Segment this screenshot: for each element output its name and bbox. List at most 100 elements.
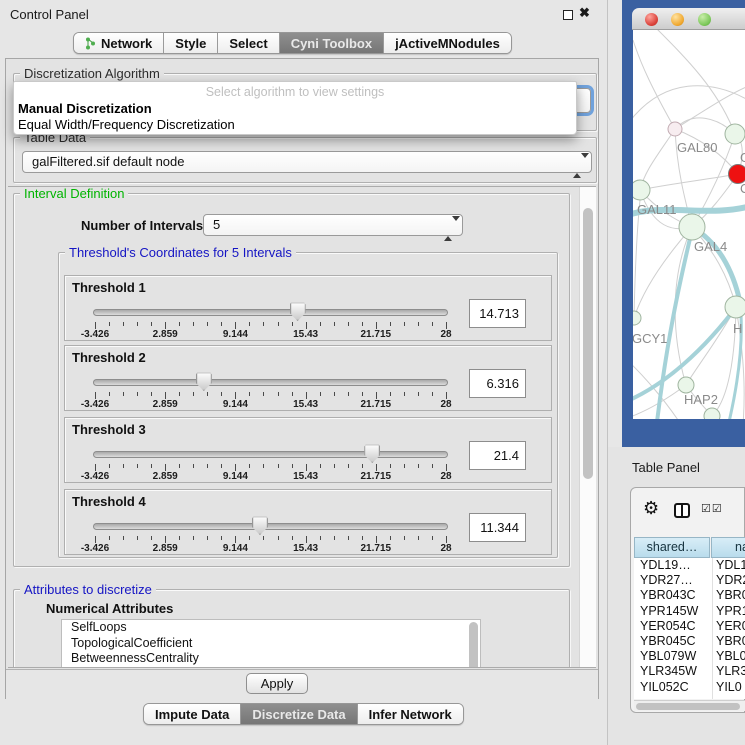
table-row[interactable]: YDR27…YDR2 xyxy=(634,573,745,588)
threshold-value-field[interactable]: 14.713 xyxy=(469,299,526,328)
slider-tick-label: 21.715 xyxy=(353,543,399,554)
threshold-value-field[interactable]: 21.4 xyxy=(469,441,526,470)
table-row[interactable]: YPR145WYPR1 xyxy=(634,604,745,619)
slider-major-tick xyxy=(235,536,236,543)
network-node-label: H xyxy=(733,321,742,336)
tab-style[interactable]: Style xyxy=(164,33,218,53)
node-table[interactable]: YDL19…YDL1YDR27…YDR2YBR043CYBR0YPR145WYP… xyxy=(634,558,745,699)
table-row[interactable]: YLR345WYLR3 xyxy=(634,664,745,679)
network-node[interactable] xyxy=(679,214,705,240)
network-node-label: C xyxy=(740,181,745,196)
slider-minor-tick xyxy=(320,464,321,468)
tab-select[interactable]: Select xyxy=(218,33,279,53)
slider-handle[interactable] xyxy=(290,302,306,321)
network-canvas[interactable]: GAL80GACGAL11GAL4GCY1HHAP2 xyxy=(633,30,745,419)
float-window-icon[interactable] xyxy=(563,10,573,20)
tab-label: Impute Data xyxy=(155,707,229,722)
column-header-shared-name[interactable]: shared… xyxy=(634,537,710,558)
attribute-list-item[interactable]: TopologicalCoefficient xyxy=(62,636,480,652)
close-icon[interactable]: ✖ xyxy=(579,5,590,21)
network-node[interactable] xyxy=(633,180,650,200)
slider-minor-tick xyxy=(348,536,349,540)
cell-name: YLR3 xyxy=(716,664,745,679)
threshold-value-field[interactable]: 6.316 xyxy=(469,369,526,398)
cell-shared-name: YBL079W xyxy=(640,649,696,664)
network-node[interactable] xyxy=(633,311,641,325)
slider-minor-tick xyxy=(432,536,433,540)
slider-major-tick xyxy=(95,322,96,329)
checkbox-icons[interactable]: ☑☑ xyxy=(701,502,723,515)
apply-button[interactable]: Apply xyxy=(246,673,308,694)
columns-icon[interactable] xyxy=(674,503,690,518)
network-edge xyxy=(633,360,678,419)
network-node[interactable] xyxy=(704,408,720,419)
stepper-icon xyxy=(573,156,582,176)
network-node[interactable] xyxy=(668,122,682,136)
discretization-algorithm-title: Discretization Algorithm xyxy=(20,66,164,81)
slider-track[interactable] xyxy=(93,451,448,458)
slider-handle[interactable] xyxy=(196,372,212,391)
slider-minor-tick xyxy=(263,536,264,540)
tab-jactivemnodules[interactable]: jActiveMNodules xyxy=(384,33,511,53)
slider-minor-tick xyxy=(362,536,363,540)
slider-tick-label: 2.859 xyxy=(142,543,188,554)
table-row[interactable]: YIL052CYIL0 xyxy=(634,680,745,695)
dropdown-item-manual-discretization[interactable]: Manual Discretization xyxy=(18,101,152,116)
table-row[interactable]: YDL19…YDL1 xyxy=(634,558,745,573)
network-node-label: GAL11 xyxy=(637,202,677,217)
slider-tick-label: 28 xyxy=(423,329,469,340)
tab-infer-network[interactable]: Infer Network xyxy=(358,704,463,724)
slider-major-tick xyxy=(376,536,377,543)
slider-track[interactable] xyxy=(93,309,448,316)
slider-handle[interactable] xyxy=(252,516,268,535)
table-panel-box: ⚙ ☑☑ shared… name YDL19…YDL1YDR27…YDR2YB… xyxy=(630,487,745,713)
tab-discretize-data[interactable]: Discretize Data xyxy=(241,704,357,724)
slider-handle[interactable] xyxy=(364,444,380,463)
attribute-list-item[interactable]: SelfLoops xyxy=(62,620,480,636)
table-row[interactable]: YBR045CYBR0 xyxy=(634,634,745,649)
slider-track[interactable] xyxy=(93,523,448,530)
gear-icon[interactable]: ⚙ xyxy=(643,499,659,517)
tab-cyni-toolbox[interactable]: Cyni Toolbox xyxy=(280,33,384,53)
close-window-icon[interactable] xyxy=(645,13,658,26)
slider-minor-tick xyxy=(221,322,222,326)
zoom-window-icon[interactable] xyxy=(698,13,711,26)
dropdown-item-equal-width-frequency[interactable]: Equal Width/Frequency Discretization xyxy=(18,117,235,132)
table-hscrollbar[interactable] xyxy=(634,700,745,711)
table-row[interactable]: YER054CYER0 xyxy=(634,619,745,634)
slider-minor-tick xyxy=(109,464,110,468)
network-edge-thick xyxy=(729,302,741,419)
slider-track[interactable] xyxy=(93,379,448,386)
network-node[interactable] xyxy=(725,296,745,318)
slider-minor-tick xyxy=(221,536,222,540)
threshold-box-4: Threshold 4-3.4262.8599.14415.4321.71528… xyxy=(64,489,552,555)
slider-minor-tick xyxy=(404,536,405,540)
number-of-intervals-select[interactable]: 5 xyxy=(203,214,463,236)
cell-shared-name: YIL052C xyxy=(640,680,689,695)
slider-major-tick xyxy=(165,322,166,329)
column-header-name[interactable]: name xyxy=(711,537,745,558)
slider-tick-label: 21.715 xyxy=(353,399,399,410)
numerical-attributes-list[interactable]: SelfLoopsTopologicalCoefficientBetweenne… xyxy=(61,619,481,668)
attribute-list-item[interactable]: BetweennessCentrality xyxy=(62,651,480,667)
threshold-value-field[interactable]: 11.344 xyxy=(469,513,526,542)
slider-minor-tick xyxy=(292,322,293,326)
tab-network[interactable]: Network xyxy=(74,33,164,53)
network-node[interactable] xyxy=(678,377,694,393)
table-hscrollbar-thumb[interactable] xyxy=(636,703,740,710)
screen: Control Panel ✖ NetworkStyleSelectCyni T… xyxy=(0,0,745,745)
slider-minor-tick xyxy=(432,464,433,468)
tab-impute-data[interactable]: Impute Data xyxy=(144,704,241,724)
main-scrollbar-thumb[interactable] xyxy=(583,208,593,479)
minimize-window-icon[interactable] xyxy=(671,13,684,26)
list-scrollbar-thumb[interactable] xyxy=(469,622,478,668)
table-row[interactable]: YBR043CYBR0 xyxy=(634,588,745,603)
slider-minor-tick xyxy=(362,464,363,468)
cell-name: YER0 xyxy=(716,619,745,634)
network-node[interactable] xyxy=(725,124,745,144)
slider-minor-tick xyxy=(193,392,194,396)
main-scrollbar[interactable] xyxy=(579,187,596,667)
table-data-select[interactable]: galFiltered.sif default node xyxy=(22,151,592,173)
table-row[interactable]: YBL079WYBL0 xyxy=(634,649,745,664)
tab-label: Style xyxy=(175,36,206,51)
